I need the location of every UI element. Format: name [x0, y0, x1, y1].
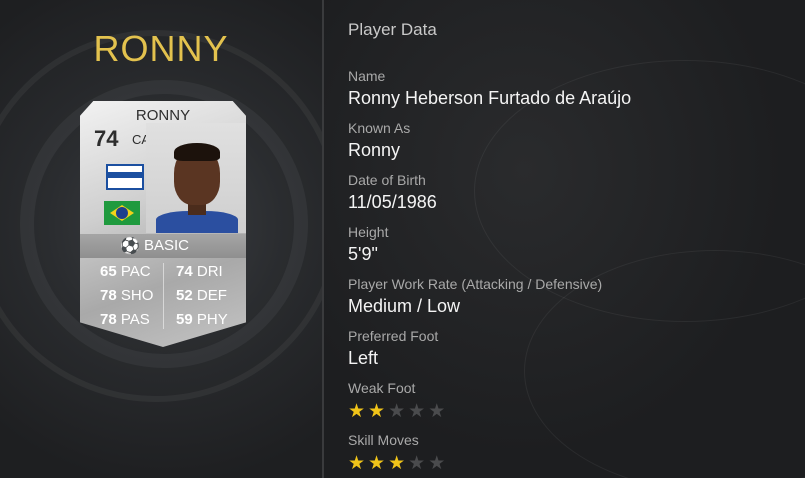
- star-empty-icon: ★: [408, 452, 429, 474]
- card-player-name: RONNY: [135, 107, 191, 124]
- player-hair: [174, 143, 220, 161]
- stat-pac: 65 PAC: [100, 263, 151, 280]
- star-empty-icon: ★: [428, 400, 449, 422]
- field-value: Medium / Low: [348, 296, 461, 316]
- star-empty-icon: ★: [408, 400, 429, 422]
- section-title: Player Data: [348, 20, 437, 39]
- field-height: Height 5'9": [348, 224, 788, 265]
- field-label: Height: [348, 224, 389, 240]
- stat-dri: 74 DRI: [176, 263, 223, 280]
- club-badge-icon: [106, 164, 144, 190]
- brazil-flag-icon: [104, 201, 140, 225]
- player-card: RONNY 74 CAM ⚽ BASIC 65 PAC 74 DRI 78 SH…: [80, 101, 246, 347]
- player-photo: [146, 123, 246, 233]
- field-label: Date of Birth: [348, 172, 426, 188]
- field-value: Ronny Heberson Furtado de Araújo: [348, 88, 632, 108]
- star-filled-icon: ★: [348, 400, 369, 422]
- stat-def: 52 DEF: [176, 287, 227, 304]
- field-name: Name Ronny Heberson Furtado de Araújo: [348, 68, 788, 109]
- player-data-panel: Player Data Name Ronny Heberson Furtado …: [324, 0, 805, 478]
- field-preferred-foot: Preferred Foot Left: [348, 328, 788, 369]
- star-filled-icon: ★: [368, 452, 389, 474]
- field-weak-foot: Weak Foot ★★★★★: [348, 380, 788, 422]
- field-label: Known As: [348, 120, 411, 136]
- card-overall-rating: 74: [94, 126, 119, 151]
- field-label: Player Work Rate (Attacking / Defensive): [348, 276, 603, 292]
- stat-pas: 78 PAS: [100, 311, 150, 328]
- player-card-panel: RONNY RONNY 74 CAM ⚽ BASIC 65 PAC 74 DRI…: [0, 0, 322, 478]
- star-empty-icon: ★: [428, 452, 449, 474]
- player-title: RONNY: [93, 28, 229, 69]
- field-label: Preferred Foot: [348, 328, 439, 344]
- skill-moves-rating: ★★★★★: [348, 452, 788, 474]
- field-label: Name: [348, 68, 386, 84]
- star-empty-icon: ★: [388, 400, 409, 422]
- weak-foot-rating: ★★★★★: [348, 400, 788, 422]
- footballer-icon: ⚽: [120, 236, 140, 255]
- field-value: Left: [348, 348, 379, 368]
- field-label: Skill Moves: [348, 432, 419, 448]
- star-filled-icon: ★: [368, 400, 389, 422]
- star-filled-icon: ★: [348, 452, 369, 474]
- stats-divider: [163, 263, 164, 329]
- field-value: Ronny: [348, 140, 401, 160]
- field-known-as: Known As Ronny: [348, 120, 788, 161]
- stat-sho: 78 SHO: [100, 287, 154, 304]
- field-work-rate: Player Work Rate (Attacking / Defensive)…: [348, 276, 788, 317]
- field-skill-moves: Skill Moves ★★★★★: [348, 432, 788, 474]
- card-type-label: BASIC: [144, 237, 190, 254]
- field-value: 5'9": [348, 244, 378, 264]
- field-label: Weak Foot: [348, 380, 416, 396]
- star-filled-icon: ★: [388, 452, 409, 474]
- field-date-of-birth: Date of Birth 11/05/1986: [348, 172, 788, 213]
- stat-phy: 59 PHY: [176, 311, 228, 328]
- field-value: 11/05/1986: [348, 192, 437, 212]
